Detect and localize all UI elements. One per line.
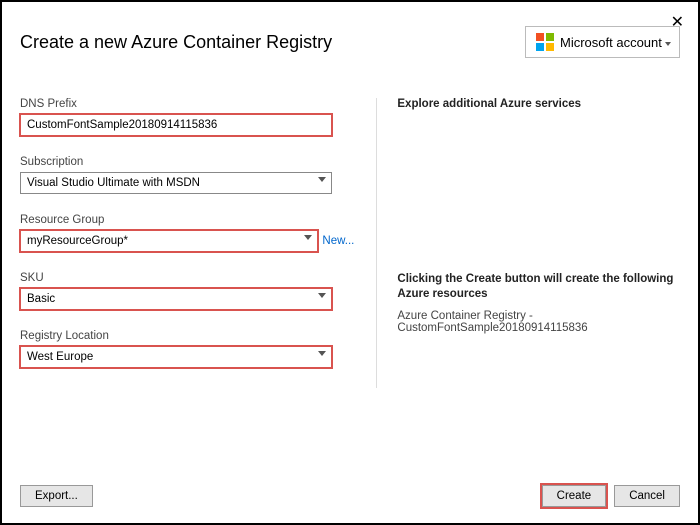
- account-label: Microsoft account: [560, 35, 662, 50]
- microsoft-logo-icon: [536, 33, 554, 51]
- field-dns-prefix: DNS Prefix: [20, 98, 354, 136]
- new-resource-group-link[interactable]: New...: [322, 235, 354, 247]
- field-resource-group: Resource Group New...: [20, 214, 354, 252]
- dialog-create-azure-container-registry: ✕ Create a new Azure Container Registry …: [0, 0, 700, 525]
- field-subscription: Subscription: [20, 156, 354, 194]
- cancel-button[interactable]: Cancel: [614, 485, 680, 507]
- resource-group-select[interactable]: [20, 230, 318, 252]
- create-button[interactable]: Create: [542, 485, 607, 507]
- info-column: Explore additional Azure services Clicki…: [376, 98, 680, 388]
- sku-select[interactable]: [20, 288, 332, 310]
- page-title: Create a new Azure Container Registry: [20, 32, 332, 53]
- field-registry-location: Registry Location: [20, 330, 354, 368]
- dialog-header: Create a new Azure Container Registry Mi…: [20, 26, 680, 58]
- explore-services-heading: Explore additional Azure services: [397, 98, 680, 110]
- account-picker[interactable]: Microsoft account: [525, 26, 680, 58]
- chevron-down-icon: [304, 235, 312, 240]
- dns-prefix-input[interactable]: [20, 114, 332, 136]
- chevron-down-icon: [318, 293, 326, 298]
- create-summary-heading: Clicking the Create button will create t…: [397, 272, 680, 302]
- label-subscription: Subscription: [20, 156, 354, 168]
- dialog-footer: Export... Create Cancel: [20, 485, 680, 507]
- field-sku: SKU: [20, 272, 354, 310]
- label-registry-location: Registry Location: [20, 330, 354, 342]
- form-column: DNS Prefix Subscription Resource Group: [20, 98, 376, 388]
- label-dns-prefix: DNS Prefix: [20, 98, 354, 110]
- registry-location-select[interactable]: [20, 346, 332, 368]
- chevron-down-icon: [318, 177, 326, 182]
- subscription-select[interactable]: [20, 172, 332, 194]
- create-summary-item: Azure Container Registry - CustomFontSam…: [397, 310, 680, 334]
- export-button[interactable]: Export...: [20, 485, 93, 507]
- chevron-down-icon: [318, 351, 326, 356]
- label-resource-group: Resource Group: [20, 214, 354, 226]
- label-sku: SKU: [20, 272, 354, 284]
- dialog-body: DNS Prefix Subscription Resource Group: [20, 98, 680, 388]
